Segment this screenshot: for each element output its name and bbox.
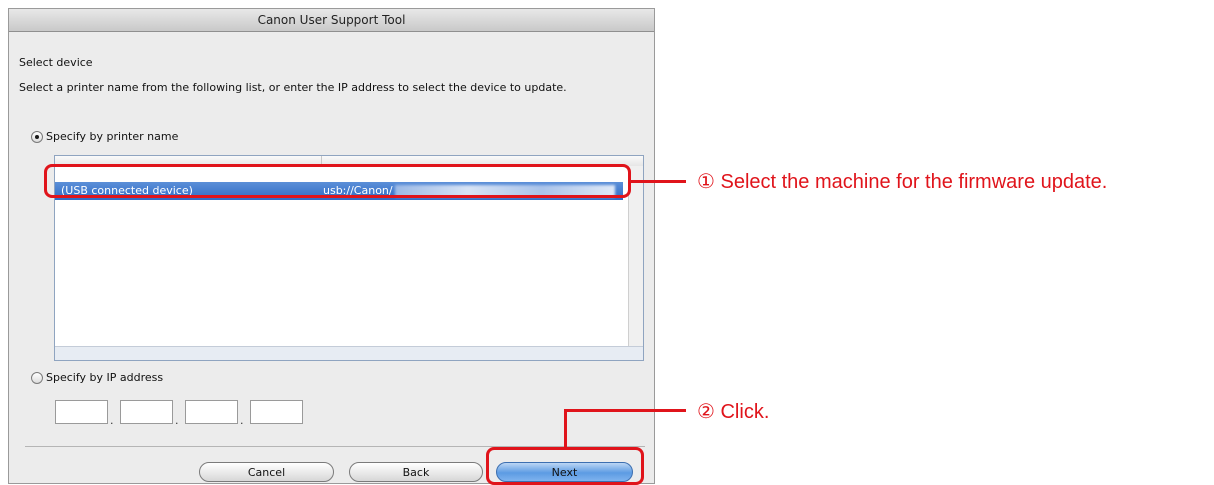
next-button-highlight [486, 447, 644, 485]
callout-line-2-vertical [564, 409, 567, 447]
step1-annotation: ① Select the machine for the firmware up… [697, 171, 1108, 193]
ip-separator: . [175, 414, 179, 427]
ip-field-3[interactable] [185, 400, 238, 424]
ip-separator: . [110, 414, 114, 427]
ip-field-4[interactable] [250, 400, 303, 424]
step2-annotation: ② Click. [697, 401, 770, 423]
window-title: Canon User Support Tool [9, 9, 654, 32]
callout-line-2-horizontal [564, 409, 686, 412]
printer-name-radio[interactable] [31, 131, 43, 143]
ip-field-2[interactable] [120, 400, 173, 424]
ip-address-radio-label: Specify by IP address [46, 371, 164, 384]
instruction-text: Select a printer name from the following… [19, 81, 567, 94]
back-button[interactable]: Back [349, 462, 483, 482]
ip-separator: . [240, 414, 244, 427]
cancel-button[interactable]: Cancel [199, 462, 334, 482]
ip-field-1[interactable] [55, 400, 108, 424]
device-row-highlight [44, 164, 631, 198]
ip-address-radio[interactable] [31, 372, 43, 384]
callout-line-1 [631, 180, 686, 183]
printer-name-radio-label: Specify by printer name [46, 130, 179, 143]
section-heading: Select device [19, 56, 93, 69]
list-footer [55, 346, 643, 360]
dialog-window: Canon User Support Tool Select device Se… [8, 8, 655, 484]
